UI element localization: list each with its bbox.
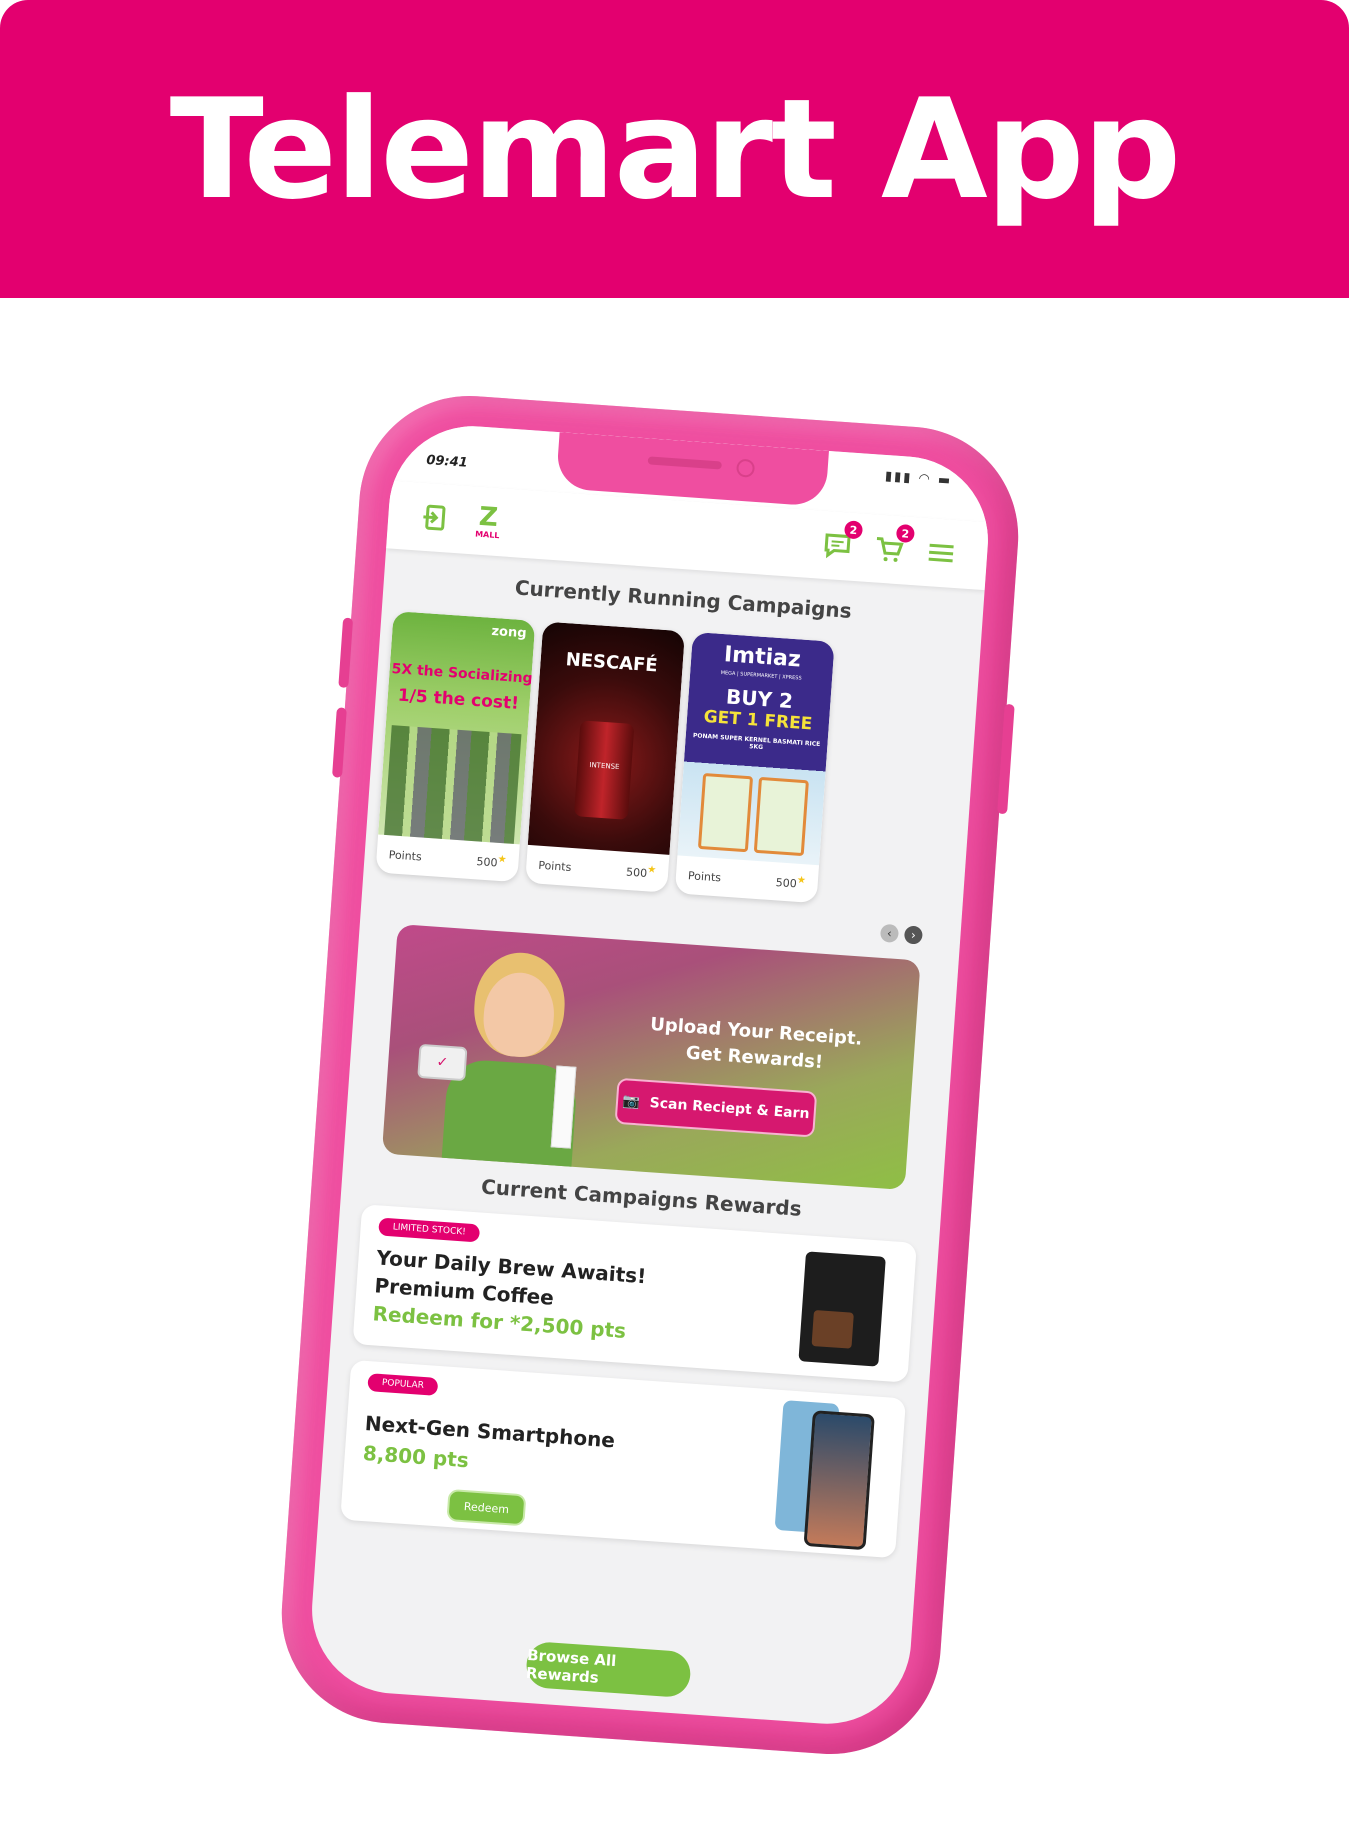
status-icons: ▮▮▮ ◠ ▬ (884, 469, 952, 489)
points-value: 500★ (625, 864, 657, 881)
coffee-maker-image (798, 1251, 886, 1367)
browse-all-rewards-button[interactable]: Browse All Rewards (525, 1640, 692, 1699)
hamburger-icon (928, 543, 954, 563)
campaign-headline: 1/5 the cost! (397, 685, 520, 714)
popular-badge: POPULAR (367, 1373, 439, 1396)
campaign-brand: NESCAFÉ (565, 649, 659, 677)
cart-badge: 2 (895, 523, 916, 544)
front-camera (735, 458, 756, 478)
menu-button[interactable] (920, 532, 963, 575)
chevron-right-icon: › (910, 927, 917, 943)
can-subtitle: INTENSE (589, 761, 620, 772)
app-banner: Telemart App (0, 0, 1349, 298)
rice-bag-image (753, 776, 809, 857)
messages-badge: 2 (843, 520, 864, 540)
rice-bag-image (697, 772, 754, 853)
battery-icon: ▬ (937, 472, 953, 489)
scan-receipt-button[interactable]: 📷 Scan Reciept & Earn (616, 1079, 816, 1136)
logo-letter: Z (478, 501, 499, 533)
banner-title: Telemart App (169, 68, 1182, 230)
campaign-image: Imtiaz MEGA | SUPERMARKET | XPRESS BUY 2… (677, 631, 835, 866)
reward-points: 8,800 pts (362, 1440, 470, 1473)
campaign-product: PONAM SUPER KERNEL BASMATI RICE 5KG (692, 732, 821, 752)
receipt-promo-banner: ✓ Upload Your Receipt. Get Rewards! 📷 Sc… (381, 924, 921, 1191)
signal-icon: ▮▮▮ (884, 468, 913, 486)
phone-mockup: 09:41 ▮▮▮ ◠ ▬ Z MALL 2 2 Currently Runni… (274, 388, 1026, 1762)
cart-button[interactable]: 2 (868, 523, 916, 571)
campaign-card-imtiaz[interactable]: Imtiaz MEGA | SUPERMARKET | XPRESS BUY 2… (674, 631, 835, 904)
star-icon: ★ (796, 874, 807, 887)
messages-button[interactable]: 2 (816, 520, 864, 567)
points-label: Points (537, 858, 572, 874)
smartphone-image (774, 1400, 876, 1551)
campaign-brand: zong (490, 623, 527, 642)
logo-sub: MALL (474, 528, 500, 540)
phone-front (803, 1410, 875, 1551)
camera-icon: 📷 (621, 1093, 641, 1111)
campaign-card-nescafe[interactable]: NESCAFÉ INTENSE Points 500★ (525, 621, 686, 893)
people-image (384, 725, 522, 844)
logout-icon[interactable] (413, 496, 456, 539)
reward-card-smartphone[interactable]: POPULAR Next-Gen Smartphone 8,800 pts Re… (340, 1359, 907, 1559)
scan-button-label: Scan Reciept & Earn (649, 1095, 810, 1123)
chevron-left-icon: ‹ (886, 926, 893, 941)
star-icon: ★ (497, 854, 508, 866)
reward-points: Redeem for *2,500 pts (371, 1301, 627, 1343)
limited-stock-badge: LIMITED STOCK! (378, 1217, 481, 1243)
character-illustration (481, 970, 557, 1060)
wifi-icon: ◠ (917, 471, 933, 488)
campaign-image: zong 5X the Socializing 1/5 the cost! (378, 610, 536, 845)
points-value: 500★ (775, 874, 807, 891)
speaker-grille (647, 456, 722, 470)
campaign-image: NESCAFÉ INTENSE (527, 621, 686, 855)
carousel-prev-button[interactable]: ‹ (879, 923, 900, 943)
phone-screen: 09:41 ▮▮▮ ◠ ▬ Z MALL 2 2 Currently Runni… (306, 420, 994, 1730)
coffee-pot (811, 1310, 854, 1349)
zmall-logo: Z MALL (467, 500, 510, 543)
status-time: 09:41 (425, 452, 469, 471)
star-icon: ★ (646, 864, 657, 877)
carousel-next-button[interactable]: › (903, 925, 924, 945)
campaign-card-zong[interactable]: zong 5X the Socializing 1/5 the cost! Po… (375, 610, 536, 883)
check-icon: ✓ (417, 1043, 468, 1082)
campaign-headline: 5X the Socializing (391, 661, 534, 687)
promo-text: Upload Your Receipt. Get Rewards! (644, 1012, 867, 1079)
points-label: Points (687, 868, 722, 884)
points-value: 500★ (476, 854, 508, 870)
redeem-button[interactable]: Redeem (448, 1491, 525, 1525)
points-label: Points (388, 847, 423, 864)
reward-card-coffee[interactable]: LIMITED STOCK! Your Daily Brew Awaits! P… (352, 1204, 917, 1383)
coffee-can-image: INTENSE (573, 720, 635, 820)
